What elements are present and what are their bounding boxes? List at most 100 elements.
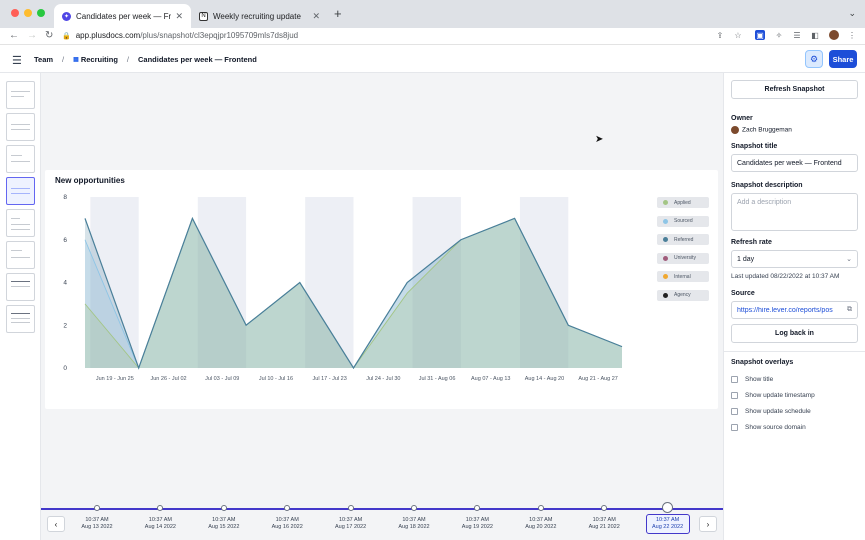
timeline-entry[interactable]: 10:37 AM Aug 17 2022 xyxy=(329,517,373,531)
plus-favicon-icon: ✦ xyxy=(62,11,71,21)
timeline-next-button[interactable]: › xyxy=(699,516,717,532)
close-window-icon[interactable] xyxy=(11,9,19,17)
breadcrumb-team[interactable]: Team xyxy=(34,55,53,64)
legend-item-applied[interactable]: Applied xyxy=(657,197,709,208)
thumbnail[interactable] xyxy=(6,81,35,109)
thumbnail[interactable] xyxy=(6,113,35,141)
timeline-point[interactable] xyxy=(284,505,291,511)
tab-search-chevron-icon[interactable]: ⌄ xyxy=(848,8,856,19)
timeline-point[interactable] xyxy=(601,505,608,511)
external-link-icon[interactable]: ⧉ xyxy=(847,306,852,314)
owner-value: Zach Bruggeman xyxy=(731,126,792,134)
timeline-entry[interactable]: 10:37 AM Aug 19 2022 xyxy=(455,517,499,531)
source-url-field[interactable]: https://hire.lever.co/reports/pos ⧉ xyxy=(731,301,858,319)
log-back-in-button[interactable]: Log back in xyxy=(731,324,858,343)
bookmark-star-icon[interactable]: ☆ xyxy=(733,30,743,40)
timeline-date: Aug 21 2022 xyxy=(588,524,620,530)
x-tick-label: Jun 19 - Jun 25 xyxy=(96,376,134,382)
timeline-entry[interactable]: 10:37 AM Aug 15 2022 xyxy=(202,517,246,531)
thumbnail[interactable] xyxy=(6,145,35,173)
close-tab-icon[interactable]: ✕ xyxy=(175,11,183,22)
timeline-date: Aug 20 2022 xyxy=(525,524,557,530)
timeline-point[interactable] xyxy=(157,505,164,511)
close-tab-icon[interactable]: ✕ xyxy=(312,11,320,22)
timeline-entry[interactable]: 10:37 AM Aug 18 2022 xyxy=(392,517,436,531)
url-input[interactable]: 🔒 app.plusdocs.com/plus/snapshot/cl3epqjp… xyxy=(62,29,674,43)
timeline-entry[interactable]: 10:37 AM Aug 16 2022 xyxy=(265,517,309,531)
thumbnail[interactable] xyxy=(6,305,35,333)
reload-icon[interactable]: ↻ xyxy=(45,28,53,43)
timeline-time: 10:37 AM xyxy=(338,517,363,523)
show-title-checkbox[interactable]: Show title xyxy=(731,376,773,383)
legend-item-university[interactable]: University xyxy=(657,252,709,264)
show-source-domain-checkbox[interactable]: Show source domain xyxy=(731,424,806,431)
timeline-point[interactable] xyxy=(411,505,417,511)
maximize-window-icon[interactable] xyxy=(37,9,45,17)
show-update-timestamp-checkbox[interactable]: Show update timestamp xyxy=(731,392,815,399)
new-tab-icon[interactable]: + xyxy=(334,6,342,21)
thumbnail[interactable] xyxy=(6,209,35,237)
timeline-point[interactable] xyxy=(94,505,100,511)
x-tick-label: Jun 26 - Jul 02 xyxy=(151,376,187,382)
timeline-entry[interactable]: 10:37 AM Aug 20 2022 xyxy=(519,517,563,531)
timeline-date: Aug 15 2022 xyxy=(208,524,240,530)
reading-list-icon[interactable]: ☰ xyxy=(792,30,802,40)
legend-item-referred[interactable]: Referred xyxy=(657,234,709,245)
snapshot-thumbnail-rail xyxy=(0,73,41,540)
extension-icon[interactable]: ▣ xyxy=(755,30,765,40)
timeline-track[interactable] xyxy=(41,508,723,510)
browser-menu-icon[interactable]: ⋮ xyxy=(847,30,857,40)
legend-item-internal[interactable]: Internal xyxy=(657,271,709,282)
timeline-point[interactable] xyxy=(662,502,674,513)
snapshot-settings-panel: Refresh Snapshot Owner Zach Bruggeman Sn… xyxy=(723,73,865,540)
timeline-date: Aug 18 2022 xyxy=(398,524,430,530)
side-panel-icon[interactable]: ◧ xyxy=(810,30,820,40)
timeline-point[interactable] xyxy=(220,505,227,511)
x-tick-label: Aug 07 - Aug 13 xyxy=(471,376,510,382)
timeline-entry[interactable]: 10:37 AM Aug 14 2022 xyxy=(138,517,182,531)
timeline-point[interactable] xyxy=(537,505,544,511)
legend-label: University xyxy=(674,255,696,261)
thumbnail[interactable] xyxy=(6,241,35,269)
timeline-prev-button[interactable]: ‹ xyxy=(47,516,65,532)
timeline-point[interactable] xyxy=(347,505,354,511)
timeline-entry[interactable]: 10:37 AM Aug 13 2022 xyxy=(75,517,119,531)
legend-label: Referred xyxy=(674,236,694,243)
y-tick-label: 4 xyxy=(63,280,67,287)
legend-item-agency[interactable]: Agency xyxy=(657,289,709,301)
back-icon[interactable]: ← xyxy=(9,28,19,43)
settings-sliders-button[interactable]: ⚙ xyxy=(805,50,823,68)
timeline-date: Aug 19 2022 xyxy=(461,524,493,530)
share-button[interactable]: Share xyxy=(829,50,857,68)
menu-icon[interactable]: ☰ xyxy=(12,54,22,67)
puzzle-extensions-icon[interactable]: ✧ xyxy=(774,30,784,40)
source-label: Source xyxy=(731,290,755,297)
minimize-window-icon[interactable] xyxy=(24,9,32,17)
snapshot-canvas: New opportunities 0 2 4 6 8 Jun 19 - Jun 25 Ju… xyxy=(41,73,723,505)
share-page-icon[interactable]: ⇪ xyxy=(715,30,725,40)
x-tick-label: Jul 03 - Jul 09 xyxy=(205,376,239,382)
show-update-schedule-checkbox[interactable]: Show update schedule xyxy=(731,408,811,415)
recruiting-folder-icon: ▦ xyxy=(73,56,79,63)
forward-icon[interactable]: → xyxy=(27,28,37,43)
thumbnail-selected[interactable] xyxy=(6,177,35,205)
y-tick-label: 8 xyxy=(63,194,67,201)
timeline-entry[interactable]: 10:37 AM Aug 21 2022 xyxy=(582,517,626,531)
snapshot-description-textarea[interactable]: Add a description xyxy=(731,193,858,231)
timeline-time: 10:37 AM xyxy=(592,517,616,523)
browser-tab-weekly[interactable]: N Weekly recruiting update ✕ xyxy=(191,4,328,28)
description-label: Snapshot description xyxy=(731,182,803,189)
profile-avatar-icon[interactable] xyxy=(829,30,839,40)
refresh-snapshot-button[interactable]: Refresh Snapshot xyxy=(731,80,858,99)
thumbnail[interactable] xyxy=(6,273,35,301)
refresh-rate-select[interactable]: 1 day ⌄ xyxy=(731,250,858,268)
x-tick-label: Jul 10 - Jul 16 xyxy=(259,376,293,382)
breadcrumb-recruiting[interactable]: Recruiting xyxy=(81,55,118,64)
browser-tab-candidates[interactable]: ✦ Candidates per week — Fronte ✕ xyxy=(54,4,191,28)
title-label: Snapshot title xyxy=(731,143,778,150)
legend-swatch xyxy=(663,255,668,261)
legend-item-sourced[interactable]: Sourced xyxy=(657,215,709,227)
timeline-entry[interactable]: 10:37 AM Aug 22 2022 xyxy=(645,514,690,534)
snapshot-title-input[interactable]: Candidates per week — Frontend xyxy=(731,154,858,172)
timeline-point[interactable] xyxy=(474,505,481,511)
